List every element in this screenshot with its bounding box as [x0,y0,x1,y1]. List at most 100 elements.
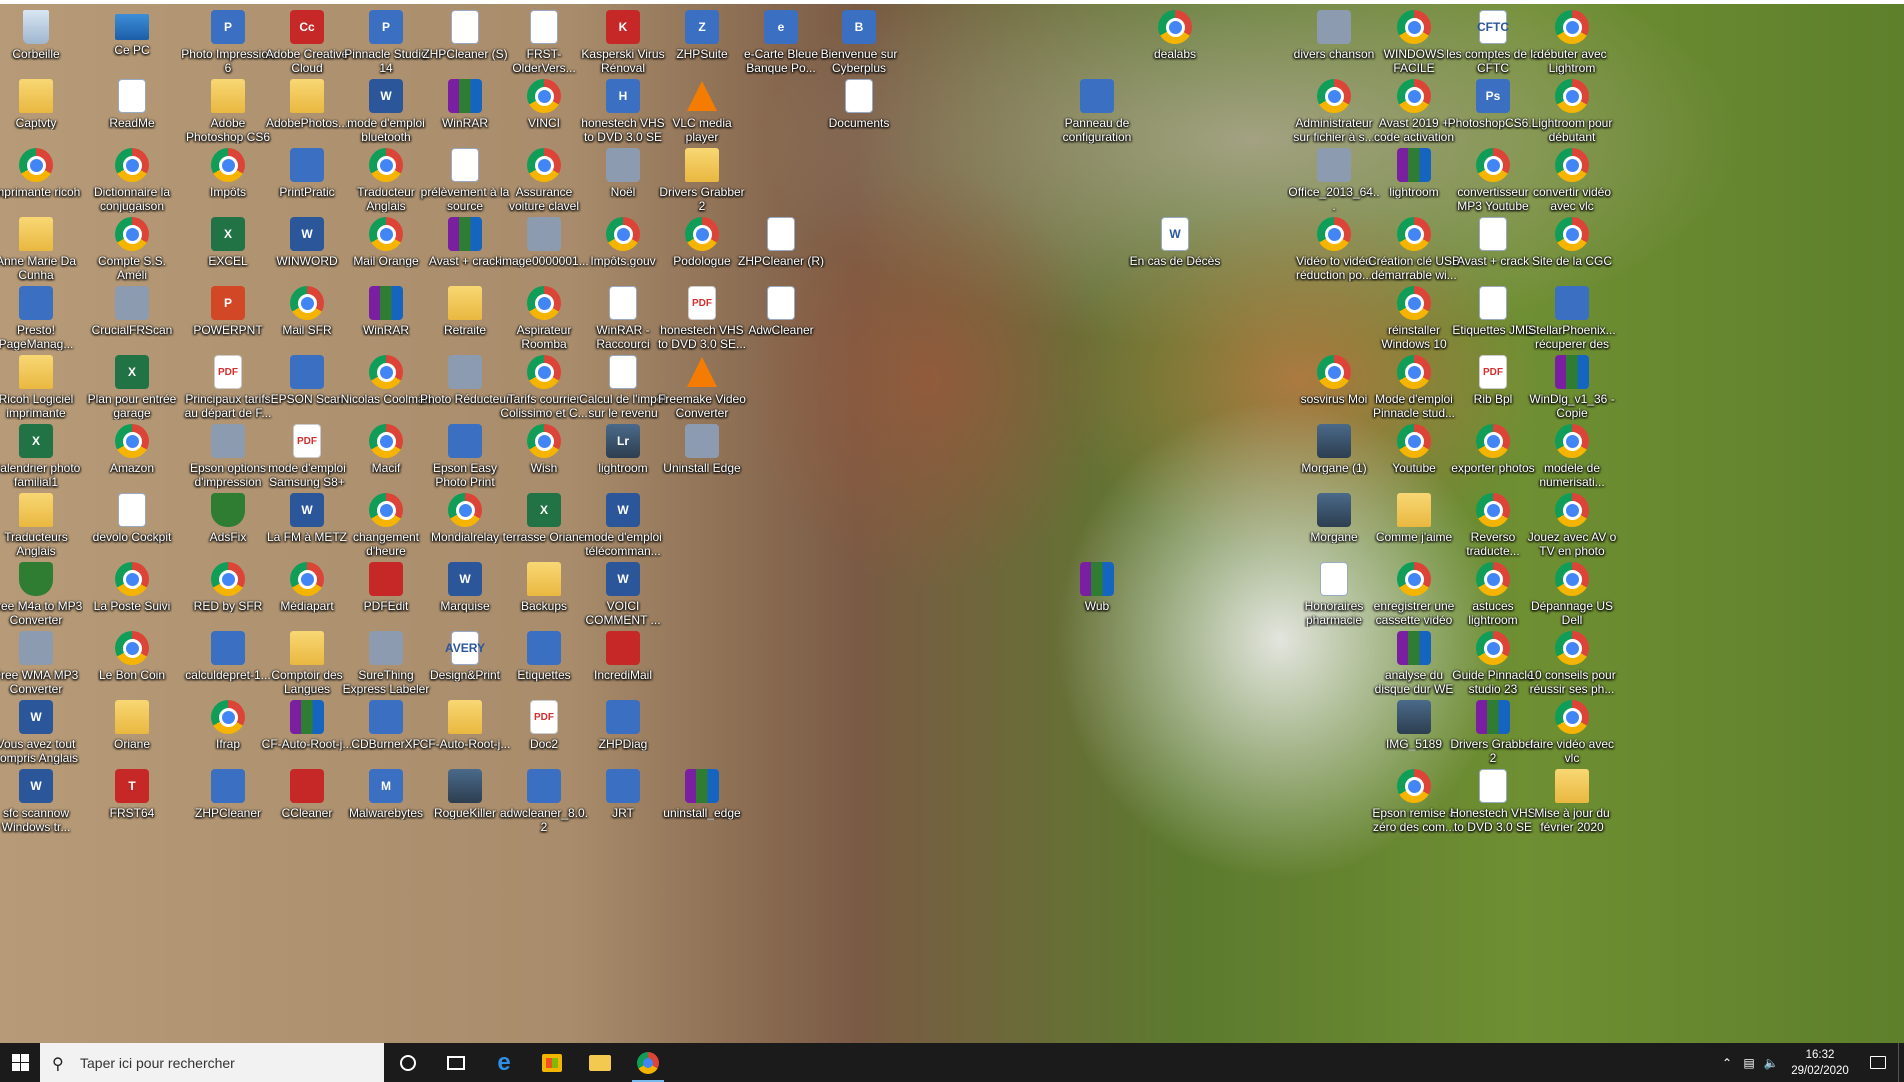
document-icon [448,700,482,734]
taskbar-clock[interactable]: 16:32 29/02/2020 [1782,1047,1858,1079]
chrome-icon [1397,355,1431,389]
desktop-icon-label: Amazon [109,461,155,475]
desktop-icon[interactable]: T FRST64 [87,763,177,845]
edge-button[interactable]: e [480,1043,528,1082]
start-button[interactable] [0,1043,40,1082]
desktop-icon-label: WinDlg_v1_36 - Copie [1529,392,1615,420]
desktop-icon[interactable]: uninstall_edge [657,763,747,845]
taskbar-search[interactable]: ⚲ [40,1043,384,1082]
image-icon [527,217,561,251]
desktop-icon[interactable]: adwcleaner_8.0.2 [499,763,589,845]
pdf-icon: PDF [1479,355,1507,389]
folder-icon [527,562,561,596]
desktop-icon-label: dealabs [1153,47,1197,61]
word-icon: W [606,562,640,596]
chrome-icon [1476,148,1510,182]
app-icon [448,355,482,389]
volume-icon[interactable]: 🔈 [1760,1043,1782,1082]
desktop-icon-label: Bienvenue sur Cyberplus [820,47,898,75]
winrar-icon [1080,562,1114,596]
task-view-button[interactable] [432,1043,480,1082]
chrome-icon [1476,493,1510,527]
desktop-icon-label: AdwCleaner [748,323,814,337]
desktop-icon-label: Calendrier photo familial1 [0,461,81,489]
winrar-icon [685,769,719,803]
document-icon [767,286,795,320]
photo-app-icon: P [211,10,245,44]
app-icon [369,631,403,665]
printpratic-icon [290,148,324,182]
winrar-icon [1555,355,1589,389]
winrar-icon [369,286,403,320]
desktop-icon[interactable]: Honoraires pharmacie [1289,556,1379,638]
desktop-icon[interactable]: W En cas de Décès [1130,211,1220,293]
desktop-icon-label: Drivers Grabber 2 [659,185,745,213]
pdf-icon: PDF [214,355,242,389]
search-icon: ⚲ [52,1055,64,1073]
chrome-icon [1555,631,1589,665]
document-icon [448,286,482,320]
chrome-icon [1476,424,1510,458]
store-button[interactable] [528,1043,576,1082]
desktop-icon[interactable]: dealabs [1130,4,1220,86]
store-icon [542,1053,562,1072]
word-icon: W [290,217,324,251]
app-icon: B [842,10,876,44]
desktop-icon[interactable]: Vidéo to vidéo réduction po... [1289,211,1379,293]
desktop-icon-label: Anne Marie Da Cunha [0,254,77,282]
mail-icon [606,631,640,665]
document-icon [845,79,873,113]
lightroom-icon: Lr [606,424,640,458]
cortana-icon [400,1054,416,1071]
desktop-icon-label: débuter avec Lightrom [1537,47,1607,75]
avery-icon: AVERY [445,631,485,665]
desktop-icon[interactable]: Uninstall Edge [657,418,747,500]
control-panel-icon [1080,79,1114,113]
desktop-icon[interactable]: CCleaner [262,763,352,845]
app-icon [211,424,245,458]
app-icon [369,700,403,734]
system-tray: ⌃ ▤ 🔈 16:32 29/02/2020 [1716,1043,1904,1082]
pinnacle-icon: P [369,10,403,44]
desktop-icon-label: Presto! PageManag... [0,323,74,351]
search-input[interactable] [80,1054,370,1071]
desktop-icon-label: ReadMe [109,116,155,130]
desktop-icon[interactable]: AdwCleaner [736,280,826,362]
image-icon [1397,700,1431,734]
folder-icon [290,631,324,665]
cortana-button[interactable] [384,1043,432,1082]
action-center-button[interactable] [1858,1043,1898,1082]
desktop-icon-label: VLC media player [672,116,732,144]
desktop-icon[interactable]: JRT [578,763,668,845]
app-icon [448,769,482,803]
chrome-icon [115,631,149,665]
desktop-icon[interactable]: Documents [814,73,904,155]
powerpoint-icon: P [211,286,245,320]
chrome-icon [1555,217,1589,251]
show-desktop-button[interactable] [1898,1043,1904,1082]
folder-icon [589,1054,611,1071]
app-icon [1317,10,1351,44]
desktop-icon[interactable]: Wub [1052,556,1142,638]
desktop-icon-label: convertir vidéo avec vlc [1532,185,1612,213]
desktop-icon[interactable]: Wsfc scannow Windows tr... [0,763,81,845]
chrome-icon [369,424,403,458]
tray-chevron-up-icon[interactable]: ⌃ [1716,1043,1738,1082]
desktop-icon-label: Compte S.S. Améli [97,254,167,282]
chrome-icon [448,493,482,527]
word-icon: W [448,562,482,596]
desktop-icon-label: sfc scannow Windows tr... [1,806,71,834]
desktop-icon[interactable]: ZHPCleaner [183,763,273,845]
desktop-icon-label: mode d'emploi télécomman... [584,530,662,558]
desktop-icon[interactable]: Mise à jour du février 2020 [1527,763,1617,845]
chrome-icon [1555,700,1589,734]
file-explorer-button[interactable] [576,1043,624,1082]
desktop-icon-label: uninstall_edge [663,806,741,820]
app-icon [527,769,561,803]
network-icon[interactable]: ▤ [1738,1043,1760,1082]
chrome-taskbar-button[interactable] [624,1043,672,1082]
calculator-icon [211,631,245,665]
desktop-icon[interactable]: M Malwarebytes [341,763,431,845]
desktop-icon[interactable]: Panneau de configuration [1052,73,1142,155]
pdf-icon: PDF [530,700,558,734]
